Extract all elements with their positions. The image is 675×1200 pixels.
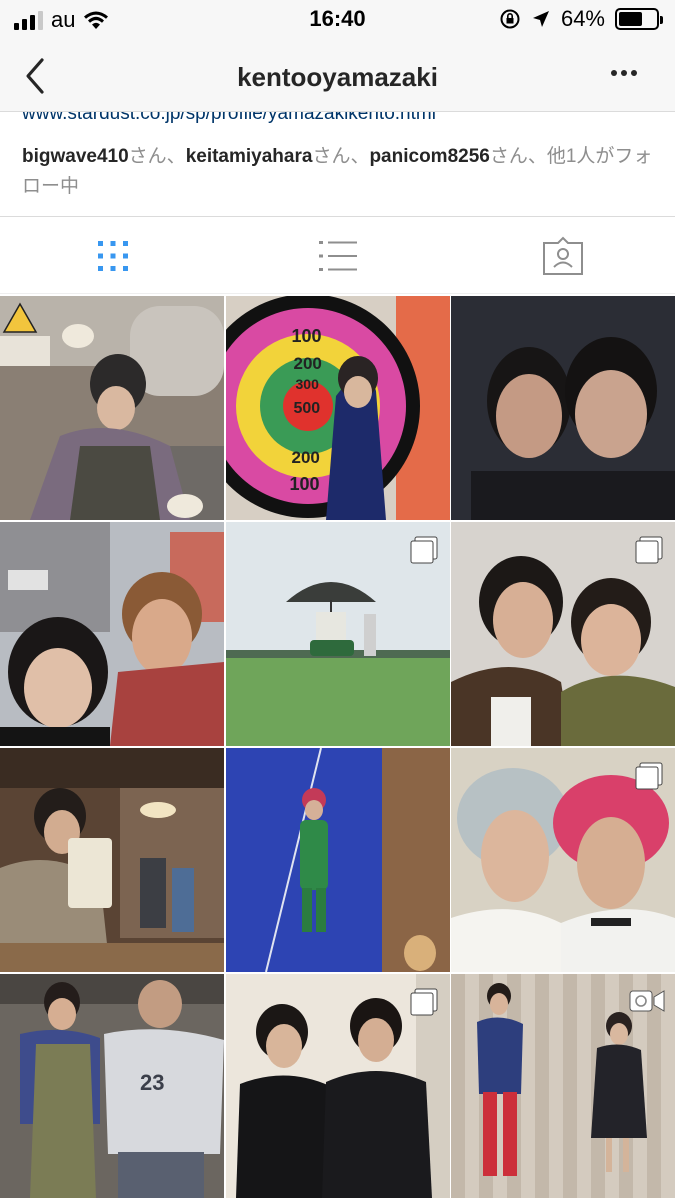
page-title: kentooyamazaki xyxy=(237,62,438,92)
post-thumbnail[interactable] xyxy=(225,522,450,746)
post-image xyxy=(0,522,224,746)
post-image xyxy=(0,748,224,972)
more-dot-icon xyxy=(611,70,617,76)
follower-username[interactable]: panicom8256 xyxy=(369,146,489,167)
tab-tagged[interactable] xyxy=(450,217,675,295)
follower-separator: さん、 xyxy=(128,146,186,167)
profile-tabs xyxy=(0,216,675,294)
multiple-photos-icon xyxy=(410,536,437,564)
dartboard-label: 500 xyxy=(293,400,321,417)
battery-icon xyxy=(615,8,663,30)
status-right: 64% xyxy=(499,6,663,32)
post-thumbnail[interactable] xyxy=(225,748,450,972)
dartboard-label: 100 xyxy=(289,474,320,494)
post-thumbnail[interactable] xyxy=(451,522,675,746)
follower-separator: さん、 xyxy=(312,146,370,167)
shirt-number-text: 23 xyxy=(140,1070,165,1095)
tagged-icon xyxy=(542,236,583,275)
post-image xyxy=(451,296,675,520)
post-thumbnail[interactable] xyxy=(0,522,224,746)
post-thumbnail[interactable]: 100 200 300 500 200 100 xyxy=(225,296,450,520)
tab-grid[interactable] xyxy=(0,217,225,295)
more-options-button[interactable] xyxy=(611,70,637,76)
multiple-photos-icon xyxy=(635,762,663,790)
dartboard-label: 100 xyxy=(291,326,322,346)
location-arrow-icon xyxy=(532,11,549,27)
post-thumbnail[interactable] xyxy=(451,974,675,1198)
more-dot-icon xyxy=(621,70,627,76)
more-dot-icon xyxy=(631,70,637,76)
grid-icon xyxy=(97,241,128,271)
post-image xyxy=(0,974,224,1198)
dartboard-label: 300 xyxy=(295,376,319,392)
post-image xyxy=(225,748,450,972)
status-bar: au 16:40 64% xyxy=(0,0,675,40)
dartboard-label: 200 xyxy=(293,354,322,373)
video-camera-icon xyxy=(629,990,665,1012)
rotation-lock-icon xyxy=(500,9,520,29)
tab-list[interactable] xyxy=(225,217,450,295)
follower-username[interactable]: bigwave410 xyxy=(22,146,129,167)
post-thumbnail[interactable] xyxy=(451,296,675,520)
post-image xyxy=(0,296,224,520)
post-thumbnail[interactable]: 23 xyxy=(0,974,224,1198)
post-thumbnail[interactable] xyxy=(0,748,224,972)
photo-grid: 100 200 300 500 200 100 23 xyxy=(0,296,675,1198)
post-image xyxy=(225,296,450,520)
list-icon xyxy=(318,241,357,271)
dartboard-label: 200 xyxy=(291,448,320,467)
website-link[interactable]: www.stardust.co.jp/sp/profile/yamazakike… xyxy=(22,112,436,125)
followed-by-text[interactable]: bigwave410さん、keitamiyaharaさん、panicom8256… xyxy=(22,142,662,202)
post-thumbnail[interactable] xyxy=(451,748,675,972)
multiple-photos-icon xyxy=(635,536,663,564)
nav-bar: kentooyamazaki xyxy=(0,40,675,112)
multiple-photos-icon xyxy=(410,988,437,1016)
profile-info: www.stardust.co.jp/sp/profile/yamazakike… xyxy=(0,112,675,216)
follower-username[interactable]: keitamiyahara xyxy=(186,146,313,167)
battery-percent: 64% xyxy=(560,6,605,31)
post-thumbnail[interactable] xyxy=(0,296,224,520)
post-thumbnail[interactable] xyxy=(225,974,450,1198)
